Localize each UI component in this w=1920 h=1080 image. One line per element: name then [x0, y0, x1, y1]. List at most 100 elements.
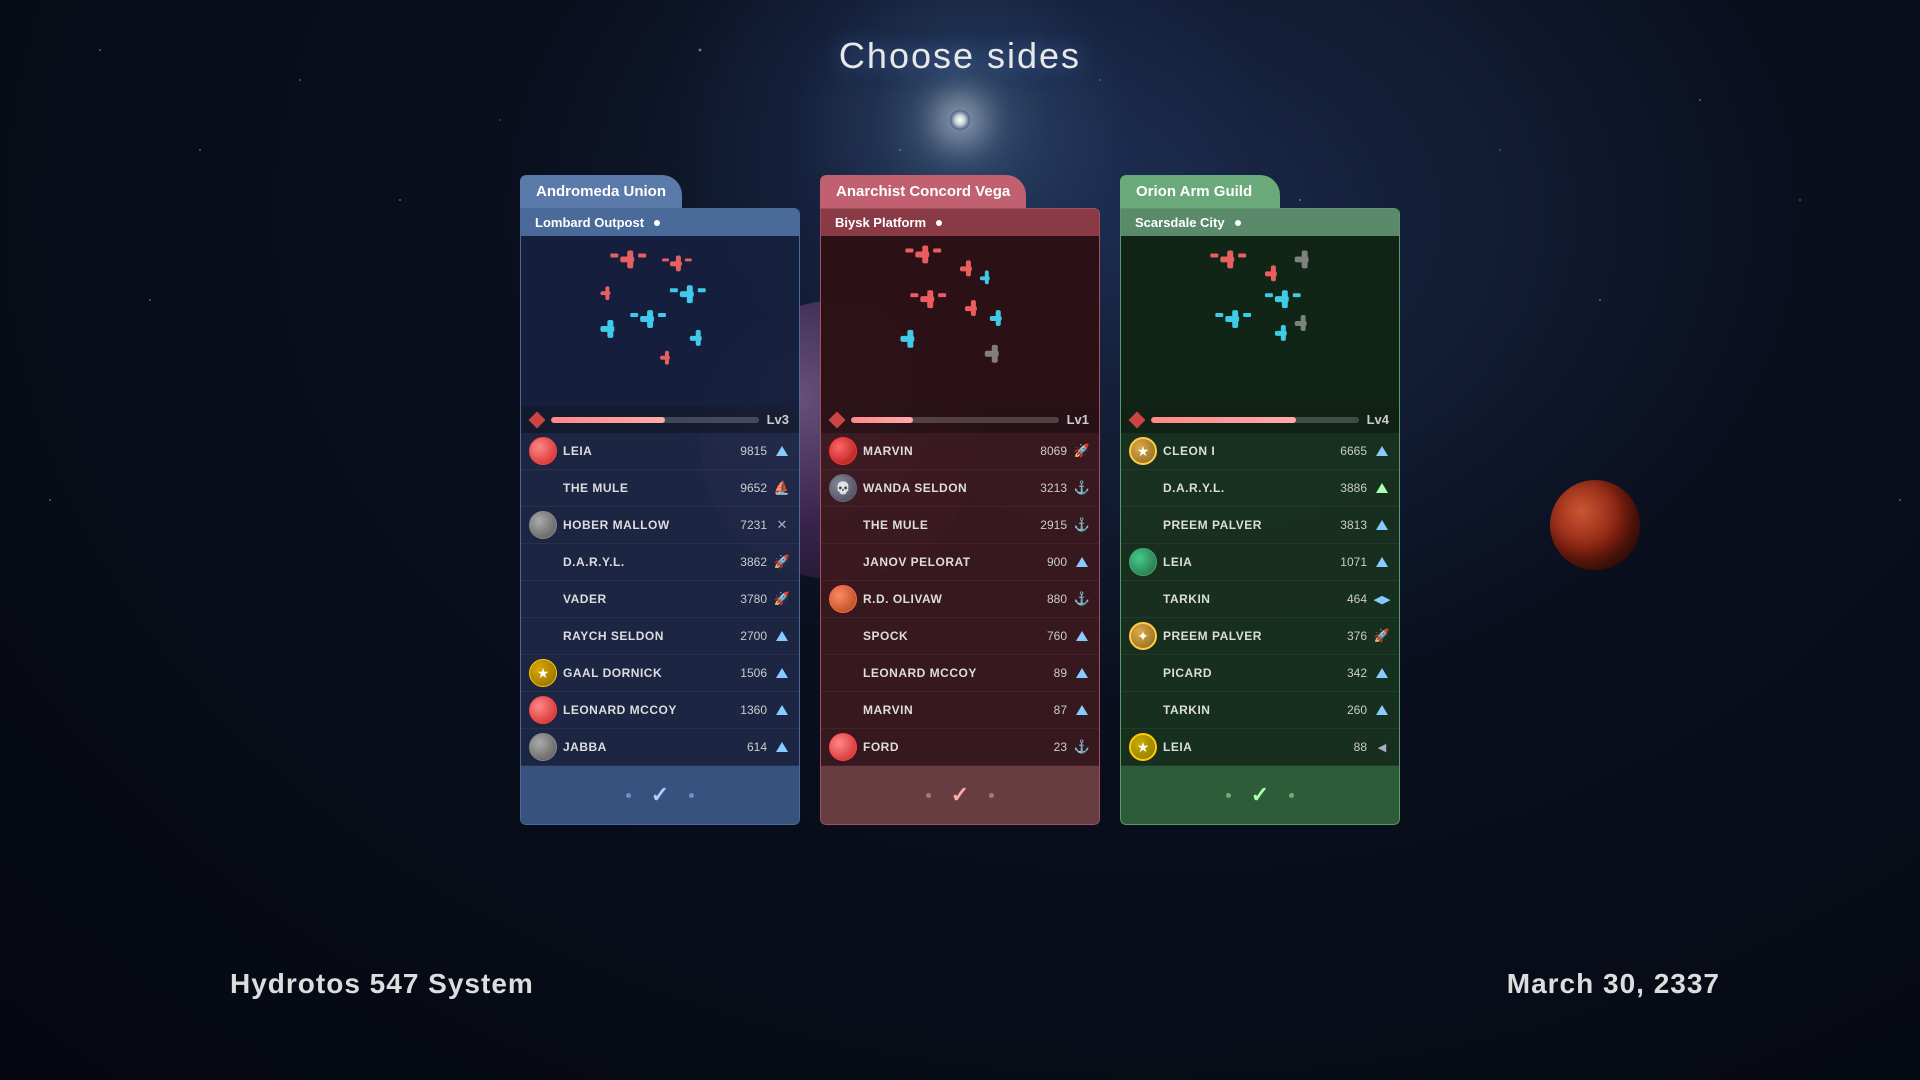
rank-icon: ◀▶ [1373, 590, 1391, 608]
player-row[interactable]: LEONARD MCCOY 89 [821, 655, 1099, 692]
player-row[interactable]: JANOV PELORAT 900 [821, 544, 1099, 581]
player-row[interactable]: THE MULE 2915 ⚓ [821, 507, 1099, 544]
rank-icon [1373, 442, 1391, 460]
rank-icon [773, 664, 791, 682]
system-label: Hydrotos 547 System [230, 968, 534, 1000]
avatar-empty [829, 659, 857, 687]
faction-tab-orion[interactable]: Orion Arm Guild [1120, 175, 1280, 208]
player-name: TARKIN [1163, 592, 1321, 606]
player-score: 900 [1027, 555, 1067, 569]
faction-panel-anarchist[interactable]: Anarchist Concord Vega Biysk Platform [820, 175, 1100, 825]
player-name: MARVIN [863, 703, 1021, 717]
player-name: VADER [563, 592, 721, 606]
player-name: MARVIN [863, 444, 1021, 458]
btn-dot-6 [1289, 793, 1294, 798]
rank-icon [773, 442, 791, 460]
avatar: ★ [529, 659, 557, 687]
player-row[interactable]: VADER 3780 🚀 [521, 581, 799, 618]
avatar-empty [1129, 511, 1157, 539]
player-row[interactable]: SPOCK 760 [821, 618, 1099, 655]
player-row[interactable]: TARKIN 464 ◀▶ [1121, 581, 1399, 618]
player-score: 3780 [727, 592, 767, 606]
btn-dot-3 [926, 793, 931, 798]
faction-panels: Andromeda Union Lombard Outpost [520, 175, 1400, 825]
player-name: GAAL DORNICK [563, 666, 721, 680]
player-row[interactable]: D.A.R.Y.L. 3886 [1121, 470, 1399, 507]
faction-panel-andromeda[interactable]: Andromeda Union Lombard Outpost [520, 175, 800, 825]
location-dot-andromeda [654, 220, 660, 226]
rank-icon [773, 627, 791, 645]
avatar: ★ [1129, 733, 1157, 761]
player-row[interactable]: FORD 23 ⚓ [821, 729, 1099, 766]
faction-tab-andromeda[interactable]: Andromeda Union [520, 175, 682, 208]
faction-panel-orion[interactable]: Orion Arm Guild Scarsdale City [1120, 175, 1400, 825]
player-score: 87 [1027, 703, 1067, 717]
ships-svg-orion [1121, 236, 1399, 406]
level-label-anarchist: Lv1 [1067, 412, 1089, 427]
avatar [529, 437, 557, 465]
player-list-orion: ★ CLEON I 6665 D.A.R.Y.L. 3886 PREEM PAL… [1121, 433, 1399, 766]
player-name: D.A.R.Y.L. [1163, 481, 1321, 495]
level-track-orion [1151, 417, 1359, 423]
rank-icon: ◀ [1373, 738, 1391, 756]
select-btn-anarchist[interactable]: ✓ [821, 766, 1099, 824]
btn-dot-1 [626, 793, 631, 798]
faction-tab-anarchist[interactable]: Anarchist Concord Vega [820, 175, 1026, 208]
player-row[interactable]: THE MULE 9652 ⛵ [521, 470, 799, 507]
level-bar-andromeda: Lv3 [521, 406, 799, 433]
player-row[interactable]: JABBA 614 [521, 729, 799, 766]
player-row[interactable]: HOBER MALLOW 7231 ✕ [521, 507, 799, 544]
player-row[interactable]: MARVIN 8069 🚀 [821, 433, 1099, 470]
player-score: 342 [1327, 666, 1367, 680]
avatar [529, 696, 557, 724]
player-row[interactable]: LEONARD MCCOY 1360 [521, 692, 799, 729]
player-score: 2700 [727, 629, 767, 643]
player-name: JABBA [563, 740, 721, 754]
rank-icon [1373, 553, 1391, 571]
avatar [529, 733, 557, 761]
select-btn-orion[interactable]: ✓ [1121, 766, 1399, 824]
diamond-icon-orion [1129, 411, 1146, 428]
level-track-andromeda [551, 417, 759, 423]
player-row[interactable]: ✦ PREEM PALVER 376 🚀 [1121, 618, 1399, 655]
player-score: 260 [1327, 703, 1367, 717]
faction-panel-inner-andromeda: Lombard Outpost [520, 208, 800, 825]
player-row[interactable]: TARKIN 260 [1121, 692, 1399, 729]
btn-dot-4 [989, 793, 994, 798]
rank-icon [1073, 664, 1091, 682]
player-score: 1071 [1327, 555, 1367, 569]
player-row[interactable]: PREEM PALVER 3813 [1121, 507, 1399, 544]
player-row[interactable]: ★ LEIA 88 ◀ [1121, 729, 1399, 766]
level-track-anarchist [851, 417, 1059, 423]
select-btn-andromeda[interactable]: ✓ [521, 766, 799, 824]
rank-icon: ✕ [773, 516, 791, 534]
btn-dot-5 [1226, 793, 1231, 798]
avatar-empty [1129, 474, 1157, 502]
player-score: 88 [1327, 740, 1367, 754]
player-row[interactable]: D.A.R.Y.L. 3862 🚀 [521, 544, 799, 581]
player-row[interactable]: R.D. OLIVAW 880 ⚓ [821, 581, 1099, 618]
avatar [829, 437, 857, 465]
player-score: 880 [1027, 592, 1067, 606]
level-fill-anarchist [851, 417, 913, 423]
player-name: LEIA [1163, 740, 1321, 754]
player-row[interactable]: 💀 WANDA SELDON 3213 ⚓ [821, 470, 1099, 507]
player-row[interactable]: RAYCH SELDON 2700 [521, 618, 799, 655]
player-row[interactable]: ★ GAAL DORNICK 1506 [521, 655, 799, 692]
rank-icon: 🚀 [773, 553, 791, 571]
player-score: 3813 [1327, 518, 1367, 532]
avatar [1129, 548, 1157, 576]
rank-icon: ⚓ [1073, 738, 1091, 756]
player-name: WANDA SELDON [863, 481, 1021, 495]
player-score: 3886 [1327, 481, 1367, 495]
btn-dots-orion: ✓ [1226, 782, 1294, 808]
player-row[interactable]: MARVIN 87 [821, 692, 1099, 729]
player-row[interactable]: PICARD 342 [1121, 655, 1399, 692]
rank-icon: 🚀 [1373, 627, 1391, 645]
player-name: PREEM PALVER [1163, 629, 1321, 643]
player-row[interactable]: LEIA 1071 [1121, 544, 1399, 581]
player-row[interactable]: ★ CLEON I 6665 [1121, 433, 1399, 470]
player-row[interactable]: LEIA 9815 [521, 433, 799, 470]
btn-dot-2 [689, 793, 694, 798]
player-name: TARKIN [1163, 703, 1321, 717]
